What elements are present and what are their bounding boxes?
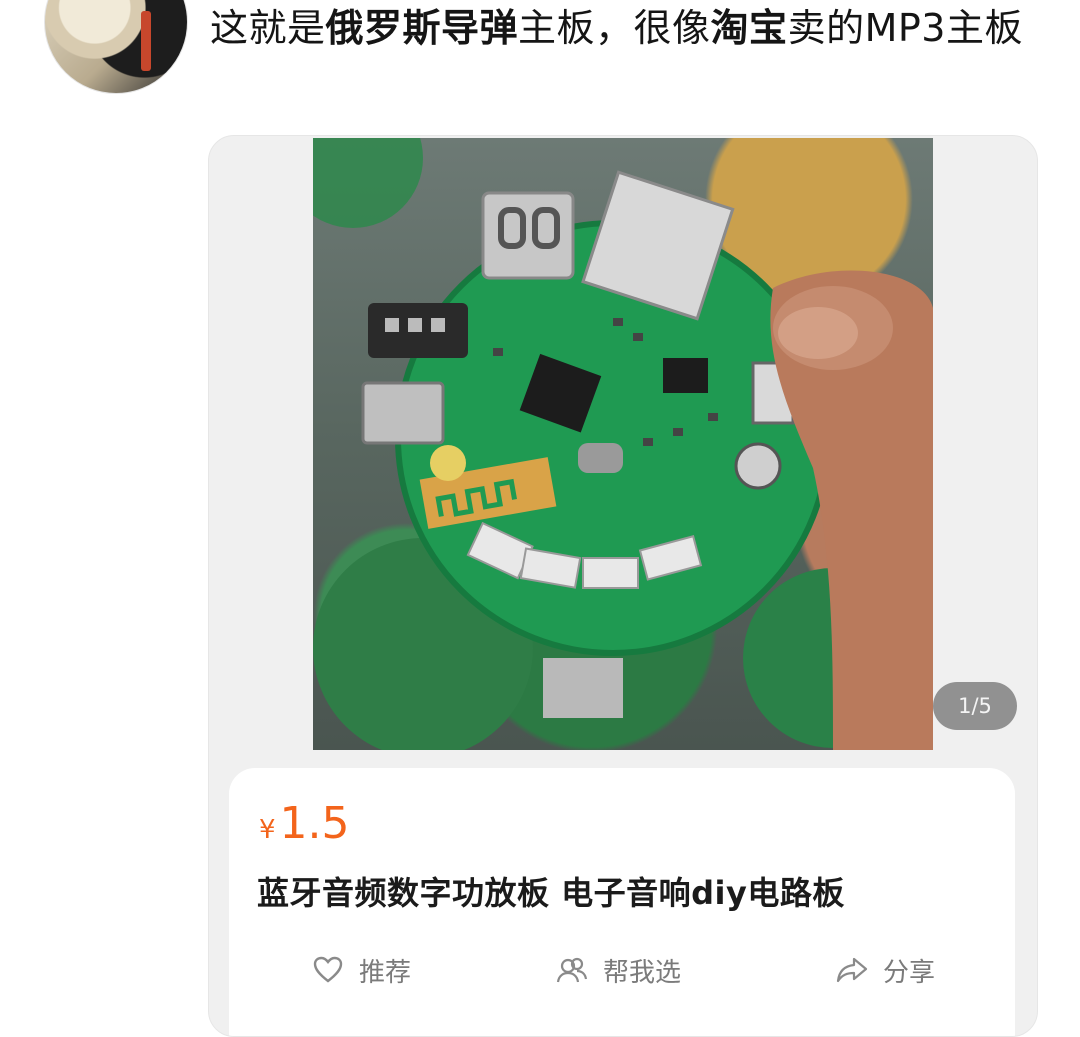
people-icon	[556, 957, 588, 983]
price-value: 1.5	[279, 798, 350, 849]
product-photo[interactable]	[313, 138, 933, 750]
user-avatar[interactable]	[44, 0, 188, 94]
share-label: 分享	[883, 957, 936, 988]
post-text-bold-russian-missile: 俄罗斯导弹	[325, 6, 519, 50]
post-text-segment: 卖的MP3主板	[787, 6, 1023, 50]
post-text: 这就是俄罗斯导弹主板，很像淘宝卖的MP3主板	[210, 2, 1030, 54]
currency-symbol: ¥	[259, 815, 276, 845]
image-pager: 1/5	[933, 682, 1017, 730]
product-title[interactable]: 蓝牙音频数字功放板 电子音响diy电路板	[257, 868, 845, 914]
product-info-panel[interactable]: ¥ 1.5 蓝牙音频数字功放板 电子音响diy电路板 推荐 帮我选 分享	[229, 768, 1015, 1036]
help-choose-button[interactable]: 帮我选	[555, 948, 681, 992]
help-choose-label: 帮我选	[603, 957, 682, 988]
share-arrow-icon	[836, 957, 868, 983]
action-bar: 推荐 帮我选 分享	[229, 948, 1015, 992]
share-button[interactable]: 分享	[835, 948, 935, 992]
avatar-detail	[141, 11, 151, 71]
heart-icon	[313, 956, 343, 983]
post-text-bold-taobao: 淘宝	[710, 6, 788, 50]
pcb-illustration	[313, 138, 933, 750]
recommend-label: 推荐	[359, 957, 412, 988]
product-card[interactable]: 1/5 ¥ 1.5 蓝牙音频数字功放板 电子音响diy电路板 推荐 帮我选 分享	[208, 135, 1038, 1037]
price: ¥ 1.5	[259, 798, 350, 849]
post-text-segment: 主板，很像	[518, 6, 711, 50]
post-text-segment: 这就是	[210, 6, 326, 50]
recommend-button[interactable]: 推荐	[311, 948, 411, 992]
